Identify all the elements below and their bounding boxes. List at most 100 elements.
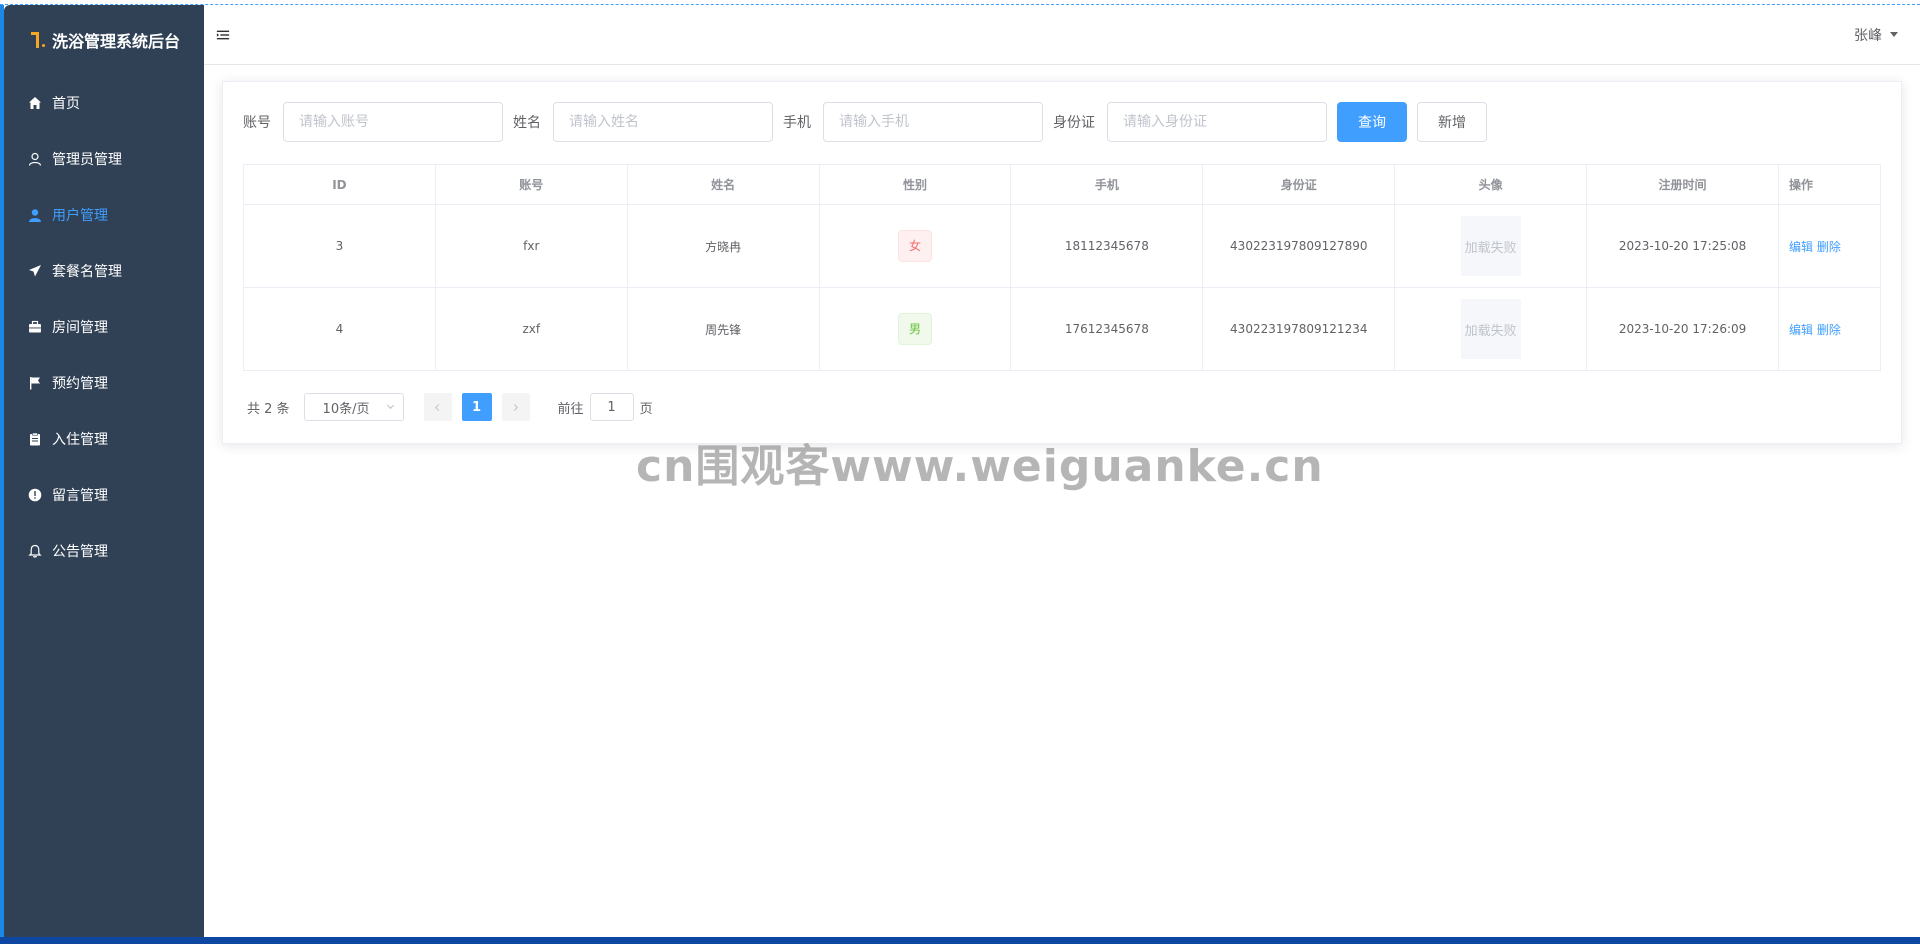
sidebar-item-users[interactable]: 用户管理	[4, 187, 204, 243]
cell-gender: 男	[818, 287, 1012, 371]
cell-idcard: 430223197809121234	[1202, 287, 1396, 371]
user-table: ID 账号 姓名 性别 手机 身份证 头像 注册时间 操作 3 fxr 方晓冉 …	[243, 164, 1881, 371]
user-list-card: 账号 姓名 手机 身份证 查询 新增	[222, 81, 1902, 444]
flag-icon	[28, 376, 42, 390]
next-page-button[interactable]	[501, 393, 530, 421]
column-header: 注册时间	[1586, 164, 1779, 205]
sidebar-item-home[interactable]: 首页	[4, 75, 204, 131]
cell-registered: 2023-10-20 17:26:09	[1586, 287, 1779, 371]
edit-link[interactable]: 编辑	[1789, 240, 1813, 254]
main-area: 张峰 账号 姓名 手机 身份证 查询 新增	[204, 5, 1920, 937]
cell-name: 周先锋	[626, 287, 820, 371]
idcard-label: 身份证	[1053, 115, 1095, 131]
sidebar-item-notices[interactable]: 公告管理	[4, 523, 204, 579]
cell-phone: 18112345678	[1010, 204, 1204, 288]
sidebar-item-label: 用户管理	[52, 208, 108, 224]
column-header: 头像	[1394, 164, 1588, 205]
cell-avatar: 加载失败	[1394, 287, 1588, 371]
page-number-1[interactable]: 1	[461, 393, 492, 421]
sidebar-item-messages[interactable]: 留言管理	[4, 467, 204, 523]
idcard-input[interactable]	[1107, 102, 1327, 142]
sidebar-item-label: 入住管理	[52, 432, 108, 448]
chevron-left-icon	[434, 403, 440, 411]
account-label: 账号	[243, 115, 271, 131]
column-header: 手机	[1010, 164, 1204, 205]
prev-page-button[interactable]	[423, 393, 452, 421]
phone-input[interactable]	[823, 102, 1043, 142]
user-outline-icon	[28, 152, 42, 166]
sidebar: 洗浴管理系统后台 首页 管理员管理 用户管理 套餐名管理 房间管理 预约管理 入…	[4, 5, 204, 937]
sidebar-item-reservations[interactable]: 预约管理	[4, 355, 204, 411]
sidebar-item-admin[interactable]: 管理员管理	[4, 131, 204, 187]
hamburger-icon[interactable]	[216, 27, 232, 43]
table-row: 4 zxf 周先锋 男 17612345678 4302231978091212…	[243, 287, 1881, 371]
cell-account: fxr	[434, 204, 628, 288]
page-size-select[interactable]: 10条/页	[303, 393, 404, 421]
column-header: 性别	[818, 164, 1012, 205]
page-suffix: 页	[639, 401, 653, 417]
column-header: 账号	[434, 164, 628, 205]
home-icon	[28, 96, 42, 110]
user-filled-icon	[28, 208, 42, 222]
column-header: 身份证	[1202, 164, 1396, 205]
name-input[interactable]	[553, 102, 773, 142]
pagination: 共 2 条 10条/页 1 前往 1 页	[243, 393, 1881, 421]
username: 张峰	[1854, 27, 1882, 44]
cell-actions: 编辑 删除	[1778, 204, 1881, 288]
briefcase-icon	[28, 320, 42, 334]
gender-tag: 女	[897, 230, 932, 262]
delete-link[interactable]: 删除	[1817, 240, 1841, 254]
delete-link[interactable]: 删除	[1817, 323, 1841, 337]
page-size-value: 10条/页	[322, 401, 370, 417]
app-window: 洗浴管理系统后台 首页 管理员管理 用户管理 套餐名管理 房间管理 预约管理 入…	[4, 5, 1920, 937]
add-button[interactable]: 新增	[1417, 102, 1487, 142]
cell-phone: 17612345678	[1010, 287, 1204, 371]
avatar: 加载失败	[1460, 299, 1521, 359]
user-dropdown[interactable]: 张峰	[1854, 25, 1898, 45]
table-row: 3 fxr 方晓冉 女 18112345678 4302231978091278…	[243, 204, 1881, 288]
warning-icon	[28, 488, 42, 502]
cell-account: zxf	[434, 287, 628, 371]
sidebar-item-checkin[interactable]: 入住管理	[4, 411, 204, 467]
account-input[interactable]	[283, 102, 503, 142]
gender-tag: 男	[897, 313, 932, 345]
column-header: 操作	[1778, 164, 1881, 205]
sidebar-item-label: 房间管理	[52, 320, 108, 336]
window-bottom-edge	[0, 937, 1920, 944]
sidebar-item-label: 公告管理	[52, 544, 108, 560]
phone-label: 手机	[783, 115, 811, 131]
search-bar: 账号 姓名 手机 身份证 查询 新增	[243, 102, 1881, 142]
app-title: 洗浴管理系统后台	[52, 32, 181, 51]
sidebar-item-label: 套餐名管理	[52, 264, 122, 280]
logo-icon	[30, 30, 46, 50]
cell-name: 方晓冉	[626, 204, 820, 288]
sidebar-item-packages[interactable]: 套餐名管理	[4, 243, 204, 299]
cell-registered: 2023-10-20 17:25:08	[1586, 204, 1779, 288]
cell-gender: 女	[818, 204, 1012, 288]
chevron-right-icon	[513, 403, 519, 411]
sidebar-item-label: 首页	[52, 96, 80, 112]
sidebar-item-rooms[interactable]: 房间管理	[4, 299, 204, 355]
goto-label: 前往	[557, 401, 584, 417]
name-label: 姓名	[513, 115, 541, 131]
sidebar-item-label: 留言管理	[52, 488, 108, 504]
sidebar-item-label: 预约管理	[52, 376, 108, 392]
avatar: 加载失败	[1460, 216, 1521, 276]
cell-actions: 编辑 删除	[1778, 287, 1881, 371]
goto-page-input[interactable]	[589, 393, 634, 421]
caret-down-icon	[1890, 32, 1898, 37]
navbar: 张峰	[204, 5, 1920, 65]
paper-plane-icon	[28, 264, 42, 278]
table-header-row: ID 账号 姓名 性别 手机 身份证 头像 注册时间 操作	[243, 164, 1881, 205]
query-button[interactable]: 查询	[1337, 102, 1407, 142]
app-logo: 洗浴管理系统后台	[4, 5, 204, 75]
column-header: ID	[243, 164, 436, 205]
cell-idcard: 430223197809127890	[1202, 204, 1396, 288]
edit-link[interactable]: 编辑	[1789, 323, 1813, 337]
cell-id: 4	[243, 287, 436, 371]
content: 账号 姓名 手机 身份证 查询 新增	[204, 65, 1920, 444]
cell-avatar: 加载失败	[1394, 204, 1588, 288]
cell-id: 3	[243, 204, 436, 288]
bell-icon	[28, 544, 42, 558]
chevron-down-icon	[386, 400, 395, 415]
